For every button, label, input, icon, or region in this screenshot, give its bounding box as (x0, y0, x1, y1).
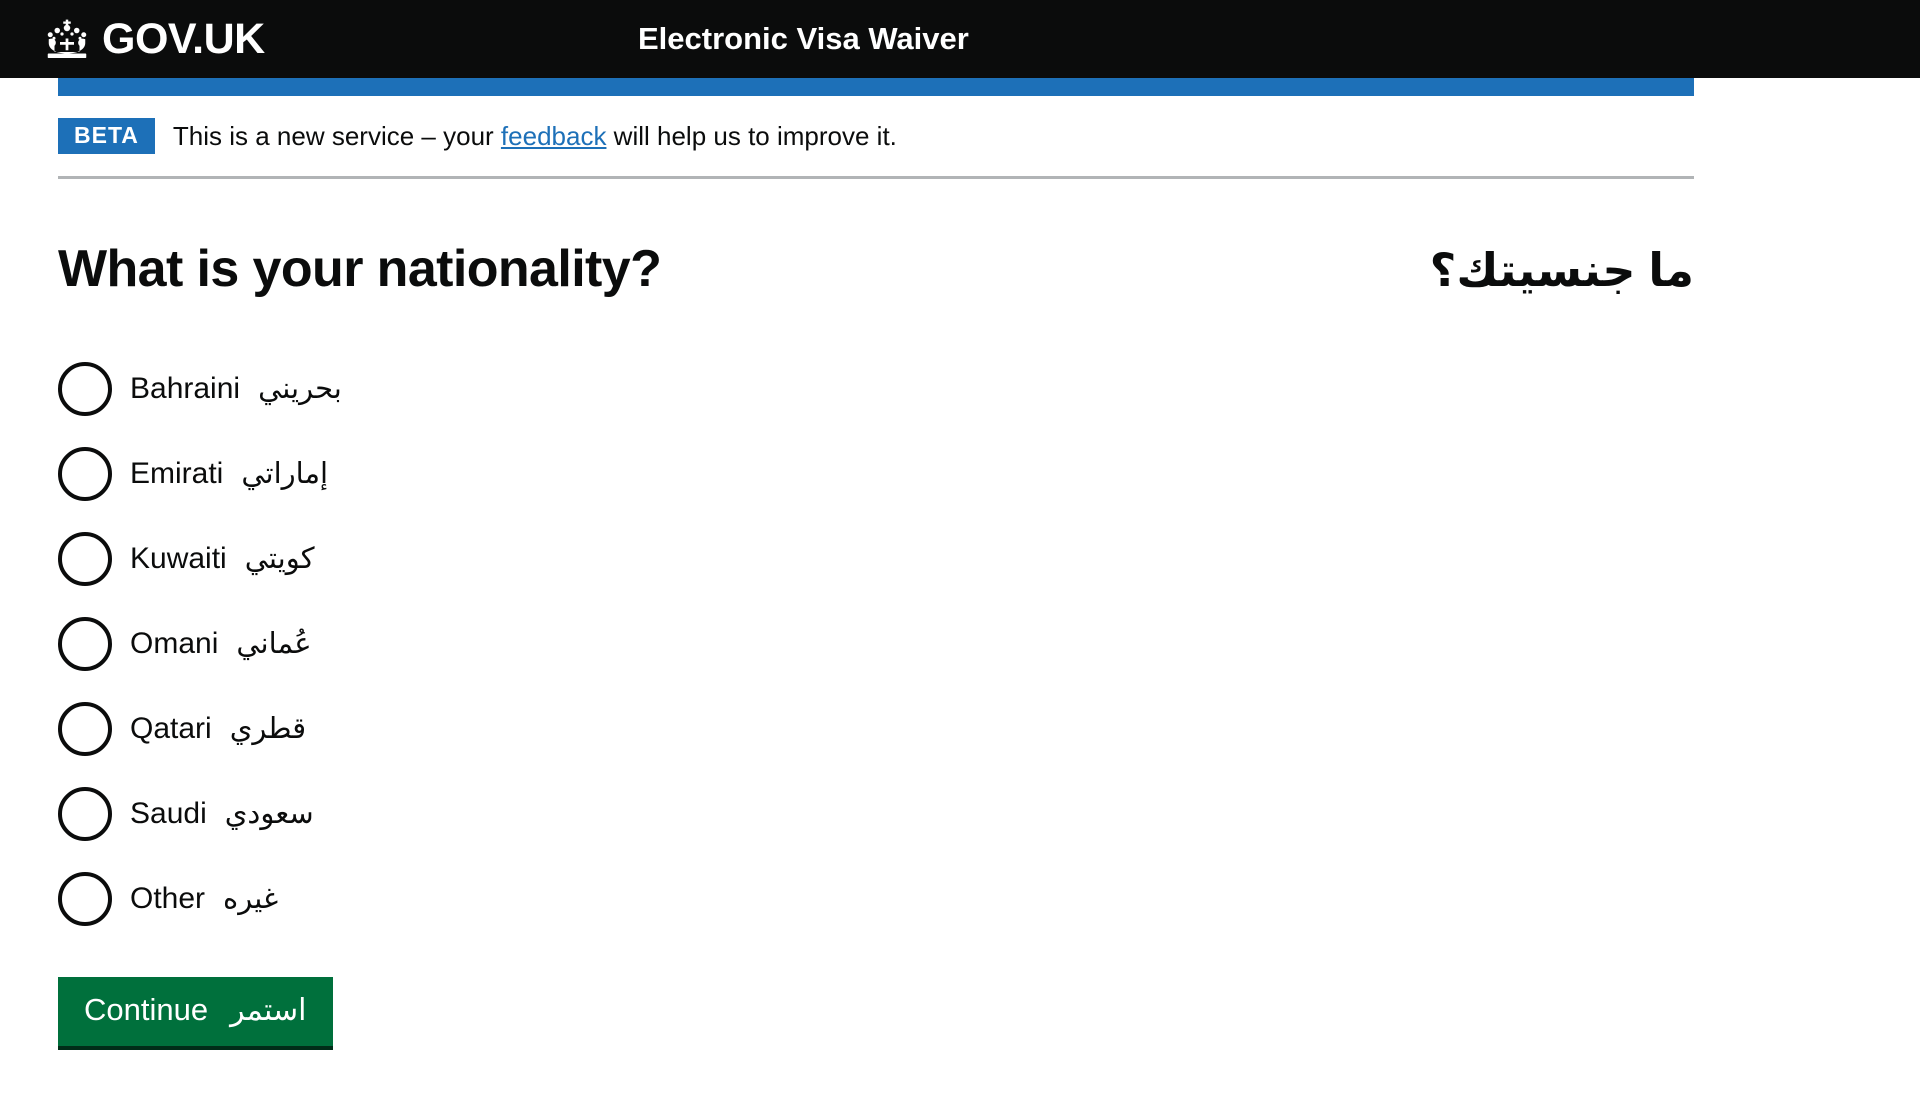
radio-option-omani[interactable]: Omani عُماني (58, 601, 1694, 686)
radio-option-other[interactable]: Other غيره (58, 856, 1694, 941)
page-width-container: BETA This is a new service – your feedba… (58, 96, 1694, 1050)
phase-text-before: This is a new service – your (172, 120, 501, 151)
radio-label-en: Other (130, 881, 206, 915)
radio-label: Emirati إماراتي (130, 456, 328, 492)
radio-label-arabic: غيره (223, 882, 279, 915)
radio-label-arabic: سعودي (224, 797, 314, 830)
radio-label: Kuwaiti كويتي (130, 541, 315, 577)
radio-option-kuwaiti[interactable]: Kuwaiti كويتي (58, 516, 1694, 601)
radio-label-arabic: قطري (229, 712, 307, 745)
radio-label: Bahraini بحريني (130, 371, 342, 407)
site-header: GOV.UK Electronic Visa Waiver (0, 0, 1920, 78)
continue-button-label-arabic: استمر (230, 994, 307, 1028)
phase-banner-text: This is a new service – your feedback wi… (173, 121, 897, 152)
radio-input[interactable] (58, 446, 112, 501)
radio-input[interactable] (58, 616, 112, 671)
main-content: What is your nationality? ما جنسيتك؟ Bah… (58, 179, 1694, 1050)
radio-label-arabic: إماراتي (241, 457, 329, 490)
feedback-link[interactable]: feedback (501, 121, 607, 151)
crown-icon (44, 19, 90, 59)
radio-option-qatari[interactable]: Qatari قطري (58, 686, 1694, 771)
radio-input[interactable] (58, 701, 112, 756)
page-title-arabic: ما جنسيتك؟ (1429, 244, 1694, 297)
phase-banner: BETA This is a new service – your feedba… (58, 96, 1694, 180)
radio-option-bahraini[interactable]: Bahraini بحريني (58, 346, 1694, 431)
question-heading-row: What is your nationality? ما جنسيتك؟ (58, 241, 1694, 298)
radio-option-saudi[interactable]: Saudi سعودي (58, 771, 1694, 856)
govuk-logo-text: GOV.UK (102, 14, 265, 63)
radio-input[interactable] (58, 871, 112, 926)
continue-button[interactable]: Continue استمر (58, 977, 333, 1050)
govuk-home-link[interactable]: GOV.UK (44, 14, 265, 63)
form-actions: Continue استمر (58, 977, 1694, 1050)
radio-input[interactable] (58, 786, 112, 841)
radio-label-en: Omani (130, 626, 219, 660)
radio-label-en: Saudi (130, 796, 207, 830)
radio-input[interactable] (58, 531, 112, 586)
radio-label-en: Emirati (130, 456, 224, 490)
radio-label: Omani عُماني (130, 626, 312, 662)
radio-label-arabic: كويتي (244, 542, 315, 575)
radio-label-en: Kuwaiti (130, 541, 227, 575)
beta-tag: BETA (58, 118, 155, 155)
nationality-radio-group[interactable]: Bahraini بحريني Emirati إماراتي Kuwaiti كويتي… (58, 346, 1694, 941)
radio-label: Saudi سعودي (130, 796, 314, 832)
radio-label-arabic: بحريني (258, 372, 342, 405)
service-name: Electronic Visa Waiver (638, 21, 969, 56)
radio-label: Other غيره (130, 881, 278, 917)
header-accent-bar (58, 78, 1694, 96)
page-title: What is your nationality? (58, 240, 662, 299)
radio-label: Qatari قطري (130, 711, 306, 747)
phase-text-after: will help us to improve it. (606, 120, 897, 151)
radio-input[interactable] (58, 361, 112, 416)
radio-label-en: Qatari (130, 711, 212, 745)
radio-label-en: Bahraini (130, 371, 241, 405)
radio-label-arabic: عُماني (236, 627, 312, 660)
radio-option-emirati[interactable]: Emirati إماراتي (58, 431, 1694, 516)
continue-button-label: Continue (84, 992, 209, 1028)
